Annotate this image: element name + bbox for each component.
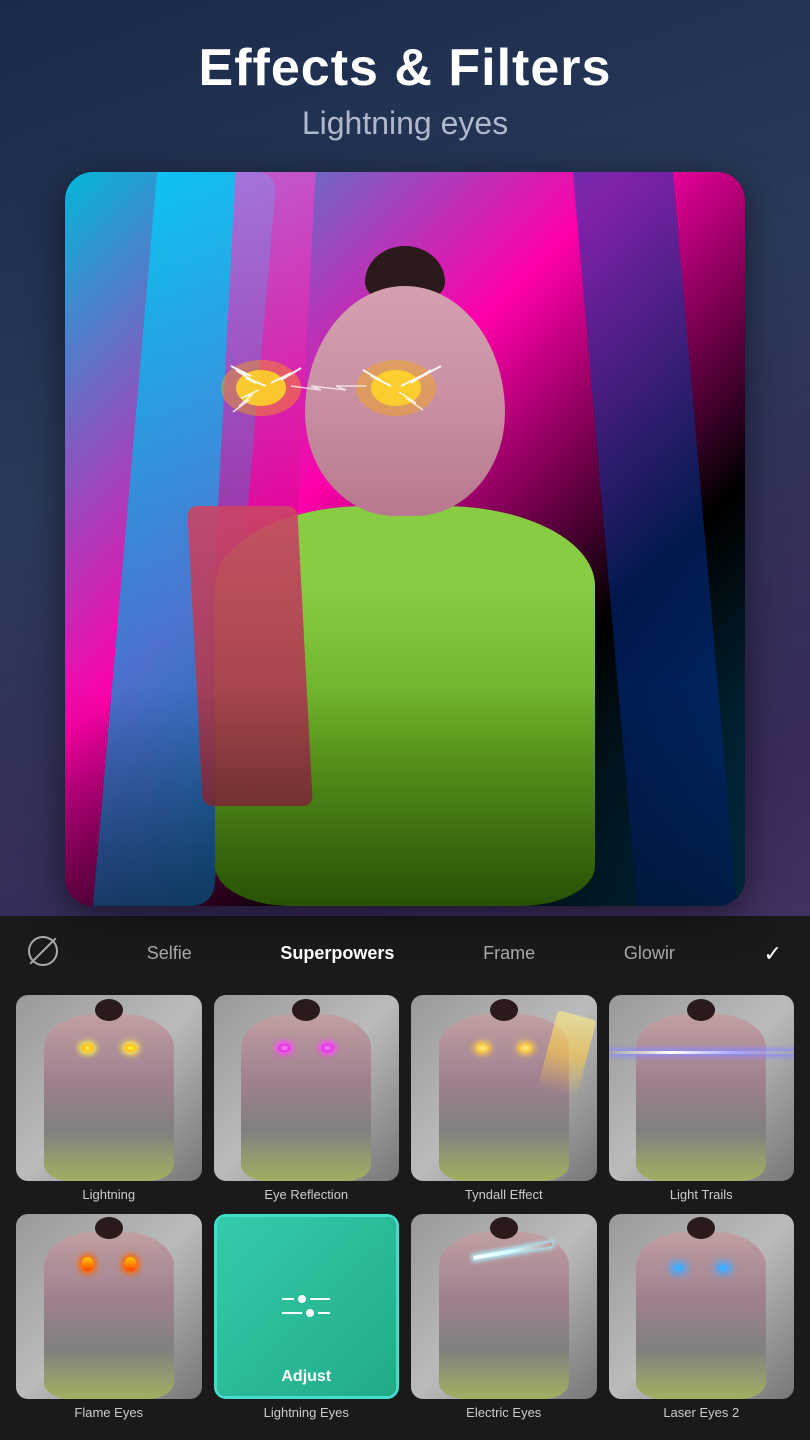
frame-tab[interactable]: Frame (475, 939, 543, 968)
effect-thumb-tyndall (411, 995, 597, 1181)
effect-label-electric-eyes: Electric Eyes (466, 1405, 541, 1420)
effect-item-light-trails[interactable]: Light Trails (609, 995, 795, 1202)
effect-thumb-lightning-eyes: Adjust (214, 1214, 400, 1400)
lightning-svg-overlay (201, 348, 461, 428)
effect-label-lightning: Lightning (82, 1187, 135, 1202)
effect-item-electric-eyes[interactable]: Electric Eyes (411, 1214, 597, 1421)
adjust-overlay-label: Adjust (281, 1368, 331, 1386)
page-title: Effects & Filters (20, 40, 790, 97)
effect-thumb-flame-eyes (16, 1214, 202, 1400)
effect-label-light-trails: Light Trails (670, 1187, 733, 1202)
effect-thumb-light-trails (609, 995, 795, 1181)
effect-thumb-laser-eyes-2 (609, 1214, 795, 1400)
selfie-tab[interactable]: Selfie (139, 939, 200, 968)
superpowers-tab[interactable]: Superpowers (272, 939, 402, 968)
no-effect-button[interactable] (20, 932, 66, 975)
effect-item-flame-eyes[interactable]: Flame Eyes (16, 1214, 202, 1421)
no-effect-icon (28, 936, 58, 966)
confirm-button[interactable]: ✓ (756, 937, 790, 971)
effect-item-eye-reflection[interactable]: Eye Reflection (214, 995, 400, 1202)
effect-label-eye-reflection: Eye Reflection (264, 1187, 348, 1202)
photo-preview (65, 172, 745, 906)
effect-item-lightning[interactable]: Lightning (16, 995, 202, 1202)
header: Effects & Filters Lightning eyes (0, 0, 810, 162)
effect-label-laser-eyes-2: Laser Eyes 2 (663, 1405, 739, 1420)
effect-label-lightning-eyes: Lightning Eyes (264, 1405, 349, 1420)
effect-label-flame-eyes: Flame Eyes (74, 1405, 143, 1420)
photo-background (65, 172, 745, 906)
page-subtitle: Lightning eyes (20, 105, 790, 142)
glowin-tab[interactable]: Glowir (616, 939, 683, 968)
effect-thumb-eye-reflection (214, 995, 400, 1181)
photo-gradient-overlay (65, 686, 745, 906)
effect-item-tyndall[interactable]: Tyndall Effect (411, 995, 597, 1202)
adjust-icon (282, 1295, 330, 1317)
effect-label-tyndall: Tyndall Effect (465, 1187, 543, 1202)
effect-item-laser-eyes-2[interactable]: Laser Eyes 2 (609, 1214, 795, 1421)
effect-thumb-electric-eyes (411, 1214, 597, 1400)
effect-item-lightning-eyes[interactable]: Adjust Lightning Eyes (214, 1214, 400, 1421)
effect-thumb-lightning (16, 995, 202, 1181)
effects-grid: Lightning Eye Reflection (0, 985, 810, 1440)
controls-bar: Selfie Superpowers Frame Glowir ✓ (0, 916, 810, 985)
